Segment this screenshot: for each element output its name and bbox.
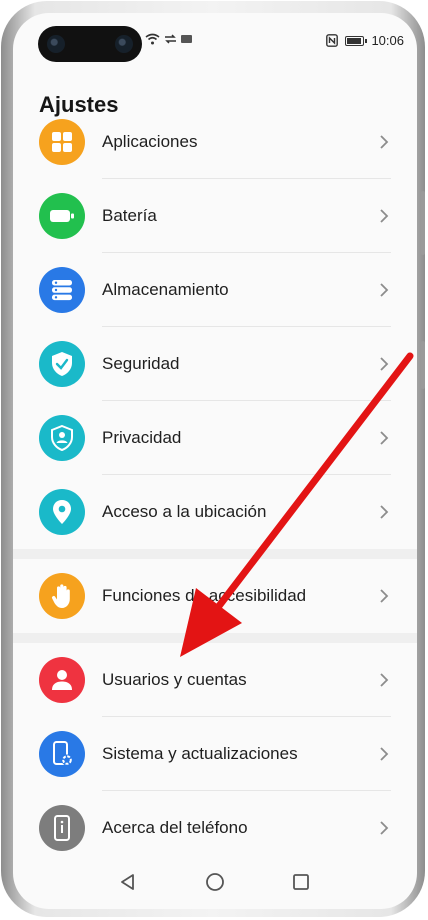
settings-item-aplicaciones[interactable]: Aplicaciones [13,119,417,179]
settings-item-usuarios-cuentas[interactable]: Usuarios y cuentas [13,643,417,717]
settings-list: Aplicaciones Batería Almacenamiento Segu… [13,119,417,865]
nfc-icon [326,34,339,47]
settings-item-label: Acerca del teléfono [102,818,248,837]
status-bar: 10:06 [13,13,417,71]
settings-item-label: Batería [102,206,157,225]
settings-item-label: Acceso a la ubicación [102,502,267,521]
status-time: 10:06 [371,33,404,48]
chevron-right-icon [380,357,389,371]
section-gap [13,549,417,559]
page-title: Ajustes [39,92,119,117]
chevron-right-icon [380,821,389,835]
recents-button[interactable] [288,869,314,895]
power-button [421,341,425,389]
hand-icon [39,573,85,619]
screen: 10:06 Ajustes Aplicaciones Batería Almac… [13,13,417,909]
chevron-right-icon [380,283,389,297]
phone-frame: 10:06 Ajustes Aplicaciones Batería Almac… [1,1,425,917]
chevron-right-icon [380,209,389,223]
wifi-icon [145,33,160,45]
navigation-bar [13,853,417,909]
system-update-icon [39,731,85,777]
chevron-right-icon [380,747,389,761]
front-camera-cutout [38,26,142,62]
phone-info-icon [39,805,85,851]
apps-icon [39,119,85,165]
home-circle-icon [206,873,224,891]
user-icon [39,657,85,703]
settings-item-sistema[interactable]: Sistema y actualizaciones [13,717,417,791]
settings-item-label: Funciones de accesibilidad [102,586,307,605]
section-gap [13,633,417,643]
settings-item-label: Aplicaciones [102,132,198,151]
chevron-right-icon [380,505,389,519]
back-button[interactable] [115,869,141,895]
shield-check-icon [39,341,85,387]
battery-icon [39,193,85,239]
location-pin-icon [39,489,85,535]
back-triangle-icon [121,874,134,890]
settings-item-seguridad[interactable]: Seguridad [13,327,417,401]
settings-item-bateria[interactable]: Batería [13,179,417,253]
home-button[interactable] [202,869,228,895]
camera-lens-icon [115,35,133,53]
settings-item-label: Privacidad [102,428,182,447]
privacy-shield-icon [39,415,85,461]
chevron-right-icon [380,135,389,149]
settings-item-accesibilidad[interactable]: Funciones de accesibilidad [13,559,417,633]
storage-icon [39,267,85,313]
chevron-right-icon [380,431,389,445]
recents-square-icon [293,874,309,890]
settings-item-acceso-ubicacion[interactable]: Acceso a la ubicación [13,475,417,549]
settings-item-label: Almacenamiento [102,280,229,299]
battery-icon [345,35,368,46]
settings-item-label: Seguridad [102,354,180,373]
settings-item-label: Sistema y actualizaciones [102,744,298,763]
volume-button [421,191,425,255]
settings-item-privacidad[interactable]: Privacidad [13,401,417,475]
sim-icon [181,35,192,43]
settings-item-label: Usuarios y cuentas [102,670,247,689]
camera-lens-icon [47,35,65,53]
data-icon [165,34,176,44]
chevron-right-icon [380,589,389,603]
settings-item-almacenamiento[interactable]: Almacenamiento [13,253,417,327]
chevron-right-icon [380,673,389,687]
